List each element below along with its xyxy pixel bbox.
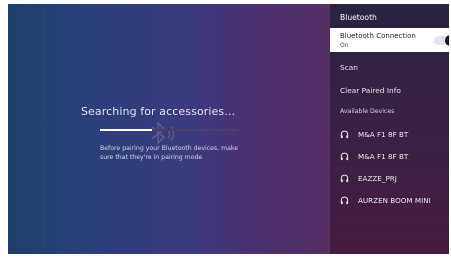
bluetooth-connection-label: Bluetooth Connection — [340, 32, 416, 40]
headphones-icon — [340, 130, 349, 139]
pairing-hint-line-2: sure that they're in pairing mode — [100, 154, 203, 161]
headphones-icon — [340, 152, 349, 161]
pairing-hint-line-1: Before pairing your Bluetooth devices, m… — [100, 145, 239, 152]
pairing-hint: Before pairing your Bluetooth devices, m… — [100, 144, 275, 162]
search-progress-fill — [100, 129, 153, 131]
available-devices-label: Available Devices — [340, 108, 395, 115]
device-item[interactable]: EAZZE_PRJ — [330, 172, 449, 186]
headphones-icon — [340, 174, 349, 183]
toggle-knob — [445, 35, 449, 46]
bluetooth-connection-row[interactable]: Bluetooth Connection On — [330, 28, 449, 52]
device-item[interactable]: AURZEN BOOM MINI — [330, 194, 449, 208]
device-item[interactable]: M&A F1 8F BT — [330, 128, 449, 142]
bluetooth-side-panel: Bluetooth Bluetooth Connection On Scan C… — [330, 4, 449, 254]
searching-pane: Searching for accessories... Before pair… — [8, 4, 330, 254]
scan-button[interactable]: Scan — [340, 63, 358, 72]
device-name: AURZEN BOOM MINI — [358, 196, 431, 205]
bluetooth-connection-status: On — [340, 42, 349, 49]
headphones-icon — [340, 196, 349, 205]
device-name: M&A F1 8F BT — [358, 130, 409, 139]
clear-paired-info-button[interactable]: Clear Paired Info — [340, 86, 401, 95]
device-item[interactable]: M&A F1 8F BT — [330, 150, 449, 164]
bluetooth-toggle[interactable] — [434, 35, 449, 46]
panel-title: Bluetooth — [340, 13, 377, 22]
device-name: M&A F1 8F BT — [358, 152, 409, 161]
searching-title: Searching for accessories... — [80, 105, 236, 118]
device-name: EAZZE_PRJ — [358, 174, 397, 183]
tv-screen: Searching for accessories... Before pair… — [8, 4, 449, 254]
search-progress-bar — [100, 129, 237, 131]
